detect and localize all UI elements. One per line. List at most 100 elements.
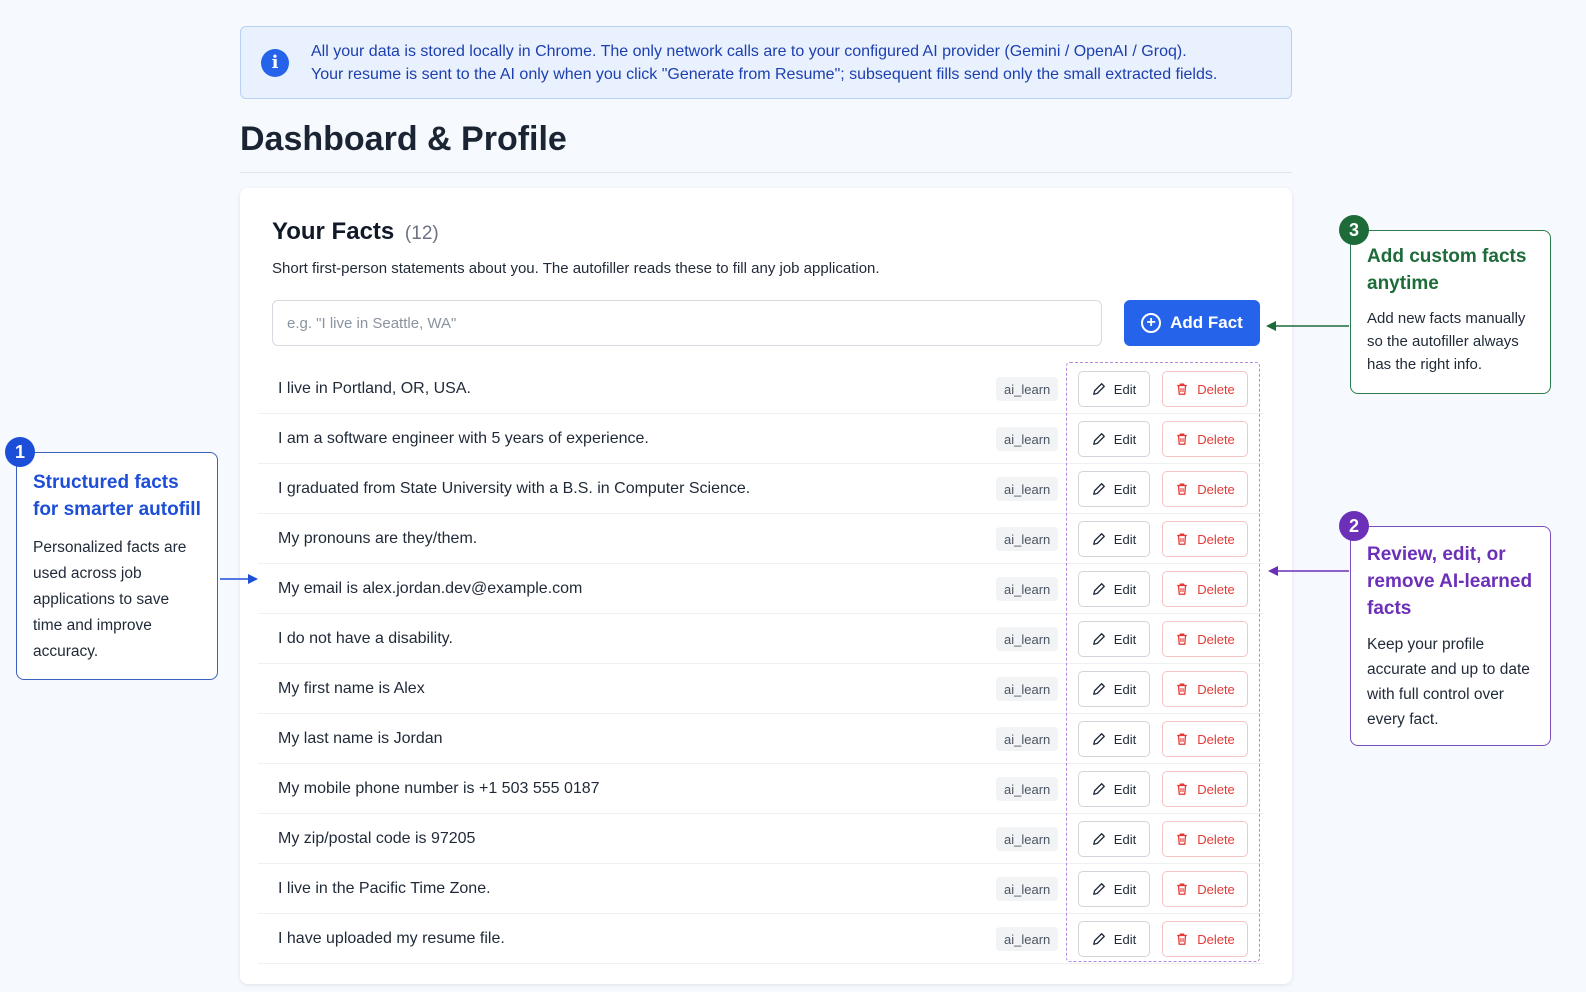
edit-label: Edit <box>1113 581 1137 597</box>
fact-source-badge: ai_learn <box>996 577 1059 601</box>
new-fact-input[interactable] <box>272 300 1102 346</box>
fact-source-badge: ai_learn <box>996 877 1059 901</box>
fact-source-badge: ai_learn <box>996 427 1059 451</box>
fact-text: My zip/postal code is 97205 <box>278 829 476 847</box>
delete-label: Delete <box>1197 931 1235 947</box>
delete-label: Delete <box>1197 381 1235 397</box>
edit-fact-button[interactable]: Edit <box>1078 721 1150 757</box>
delete-fact-button[interactable]: Delete <box>1162 921 1248 957</box>
edit-fact-button[interactable]: Edit <box>1078 521 1150 557</box>
facts-card-title: Your Facts (12) <box>272 218 439 246</box>
trash-icon <box>1175 382 1189 396</box>
pencil-icon <box>1092 832 1106 846</box>
edit-label: Edit <box>1113 681 1137 697</box>
delete-fact-button[interactable]: Delete <box>1162 471 1248 507</box>
fact-row: I graduated from State University with a… <box>258 464 1264 514</box>
fact-text: I graduated from State University with a… <box>278 479 751 497</box>
delete-label: Delete <box>1197 531 1235 547</box>
edit-label: Edit <box>1113 631 1137 647</box>
fact-text: My mobile phone number is +1 503 555 018… <box>278 779 600 797</box>
edit-label: Edit <box>1113 931 1137 947</box>
add-fact-button[interactable]: + Add Fact <box>1124 300 1260 346</box>
pencil-icon <box>1092 682 1106 696</box>
delete-fact-button[interactable]: Delete <box>1162 821 1248 857</box>
delete-fact-button[interactable]: Delete <box>1162 671 1248 707</box>
pencil-icon <box>1092 632 1106 646</box>
edit-fact-button[interactable]: Edit <box>1078 471 1150 507</box>
delete-label: Delete <box>1197 831 1235 847</box>
banner-text: All your data is stored locally in Chrom… <box>311 40 1217 86</box>
edit-label: Edit <box>1113 481 1137 497</box>
facts-list: I live in Portland, OR, USA. ai_learn Edit… <box>258 364 1264 964</box>
fact-source-badge: ai_learn <box>996 827 1059 851</box>
delete-fact-button[interactable]: Delete <box>1162 521 1248 557</box>
delete-fact-button[interactable]: Delete <box>1162 771 1248 807</box>
fact-row: My mobile phone number is +1 503 555 018… <box>258 764 1264 814</box>
trash-icon <box>1175 932 1189 946</box>
edit-label: Edit <box>1113 731 1137 747</box>
fact-source-badge: ai_learn <box>996 677 1059 701</box>
delete-label: Delete <box>1197 431 1235 447</box>
callout-title-3: Add custom facts anytime <box>1367 246 1527 294</box>
edit-fact-button[interactable]: Edit <box>1078 921 1150 957</box>
fact-row: My email is alex.jordan.dev@example.com a… <box>258 564 1264 614</box>
pencil-icon <box>1092 732 1106 746</box>
edit-fact-button[interactable]: Edit <box>1078 371 1150 407</box>
edit-label: Edit <box>1113 531 1137 547</box>
edit-fact-button[interactable]: Edit <box>1078 871 1150 907</box>
fact-text: I have uploaded my resume file. <box>278 929 505 947</box>
pencil-icon <box>1092 882 1106 896</box>
fact-row: I live in the Pacific Time Zone. ai_learn… <box>258 864 1264 914</box>
edit-label: Edit <box>1113 781 1137 797</box>
fact-row: My last name is Jordan ai_learn Edit Delete <box>258 714 1264 764</box>
plus-circle-icon: + <box>1141 313 1162 333</box>
delete-fact-button[interactable]: Delete <box>1162 571 1248 607</box>
delete-label: Delete <box>1197 881 1235 897</box>
edit-label: Edit <box>1113 831 1137 847</box>
callout-body-1: Personalized facts are used across job a… <box>33 539 187 660</box>
trash-icon <box>1175 582 1189 596</box>
trash-icon <box>1175 632 1189 646</box>
facts-title-text: Your Facts <box>272 218 395 245</box>
fact-source-badge: ai_learn <box>996 527 1059 551</box>
banner-line-1: All your data is stored locally in Chrom… <box>311 42 1187 60</box>
callout-title-1: Structured facts for smarter autofill <box>33 472 201 520</box>
edit-fact-button[interactable]: Edit <box>1078 821 1150 857</box>
callout-custom-facts: 3 Add custom facts anytime Add new facts… <box>1339 215 1551 394</box>
trash-icon <box>1175 532 1189 546</box>
privacy-banner: i All your data is stored locally in Chr… <box>240 26 1292 99</box>
page: i All your data is stored locally in Chr… <box>0 0 1586 992</box>
delete-label: Delete <box>1197 481 1235 497</box>
fact-row: I have uploaded my resume file. ai_learn E… <box>258 914 1264 964</box>
pencil-icon <box>1092 782 1106 796</box>
delete-label: Delete <box>1197 681 1235 697</box>
trash-icon <box>1175 432 1189 446</box>
pencil-icon <box>1092 932 1106 946</box>
fact-source-badge: ai_learn <box>996 377 1059 401</box>
fact-text: I do not have a disability. <box>278 629 453 647</box>
delete-fact-button[interactable]: Delete <box>1162 721 1248 757</box>
edit-fact-button[interactable]: Edit <box>1078 621 1150 657</box>
add-fact-label: Add Fact <box>1170 313 1243 332</box>
edit-fact-button[interactable]: Edit <box>1078 671 1150 707</box>
pencil-icon <box>1092 482 1106 496</box>
callout-review-facts: 2 Review, edit, or remove AI-learned fac… <box>1339 511 1551 746</box>
delete-fact-button[interactable]: Delete <box>1162 421 1248 457</box>
edit-fact-button[interactable]: Edit <box>1078 421 1150 457</box>
trash-icon <box>1175 732 1189 746</box>
edit-fact-button[interactable]: Edit <box>1078 571 1150 607</box>
fact-text: My pronouns are they/them. <box>278 529 478 547</box>
banner-line-2: Your resume is sent to the AI only when … <box>311 65 1218 83</box>
fact-source-badge: ai_learn <box>996 477 1059 501</box>
callout-number-1: 1 <box>5 437 35 467</box>
fact-row: I do not have a disability. ai_learn Edit D… <box>258 614 1264 664</box>
delete-fact-button[interactable]: Delete <box>1162 371 1248 407</box>
delete-fact-button[interactable]: Delete <box>1162 621 1248 657</box>
edit-fact-button[interactable]: Edit <box>1078 771 1150 807</box>
delete-label: Delete <box>1197 631 1235 647</box>
fact-row: I live in Portland, OR, USA. ai_learn Edit… <box>258 364 1264 414</box>
delete-fact-button[interactable]: Delete <box>1162 871 1248 907</box>
fact-source-badge: ai_learn <box>996 727 1059 751</box>
edit-label: Edit <box>1113 881 1137 897</box>
fact-row: My first name is Alex ai_learn Edit Delete <box>258 664 1264 714</box>
